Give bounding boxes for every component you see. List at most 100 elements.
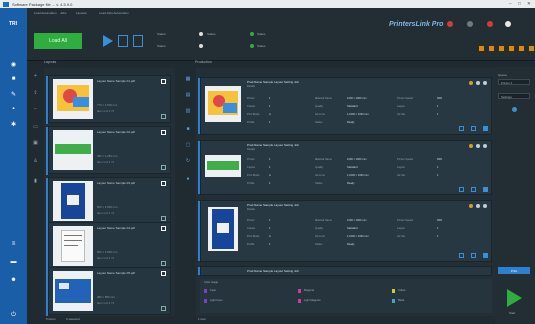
document-icon[interactable]: ▪ [9,105,18,113]
copy-icon[interactable] [161,306,166,311]
print-icon[interactable]: ● [184,176,192,182]
toolbar-label[interactable]: Load Jobs Automation [99,11,129,15]
layers-icon[interactable]: ■ [9,75,18,83]
warning-icon[interactable] [505,21,511,27]
printer-select[interactable]: Printer 1 [498,79,530,85]
toolbar-label[interactable]: Load Automation [34,11,57,15]
add-icon[interactable]: + [32,73,39,79]
copy-icon[interactable] [471,126,476,131]
copy-icon[interactable] [161,261,166,266]
status-icon [469,81,473,85]
file-icon[interactable]: ▬ [9,258,18,266]
window-title: Software Package file ... v. 4.5.9.0 [12,1,73,7]
brand-name: PrintersLink Pro [389,21,444,28]
checkbox[interactable] [161,226,166,231]
job-row: Copies 1 Quality Standard Layout 1 [247,105,439,108]
job-card[interactable]: Prod.Name Sample Layout Setting Job Deta… [198,200,492,262]
grid-view-icon[interactable]: ▤ [184,92,192,98]
app-window: Software Package file ... v. 4.5.9.0 – □… [0,0,535,324]
print-button[interactable]: Print [498,267,530,274]
list-item[interactable]: Layout Name Sample 02.pdf 480 × 1,250 mm… [46,126,171,175]
copy-icon[interactable] [161,165,166,170]
job-row: Print Mode A Ink Limit 1,1000 × 1000 mm In… [247,235,439,238]
ink-level-icon [478,45,485,52]
job-card[interactable]: Prod.Name Sample Layout Setting Job [198,266,492,276]
job-row: Copies 1 Quality Standard Layout 1 [247,166,439,169]
remove-icon[interactable]: − [32,106,39,112]
folder-icon[interactable]: ■ [184,126,192,132]
globe-icon[interactable]: ◉ [9,60,18,68]
job-sub: Details [247,148,255,151]
checkbox[interactable] [161,130,166,135]
selection-bar [46,268,48,316]
job-card[interactable]: Prod.Name Sample Layout Setting Job Deta… [198,140,492,195]
gear-icon[interactable]: ✱ [9,120,18,128]
copy-icon[interactable]: ▢ [184,142,192,148]
checkbox[interactable] [161,181,166,186]
edit-icon[interactable] [459,187,464,192]
list-icon[interactable]: ≡ [9,240,18,248]
list-item[interactable]: Layout Name Sample 03.pdf 500 × 1,500 mm… [46,177,171,226]
refresh-icon[interactable]: ↻ [184,158,192,164]
selection-bar [198,267,200,275]
list-count: 5 items [46,317,56,321]
print-icon[interactable] [483,126,488,131]
print-icon[interactable] [483,187,488,192]
list-view-icon[interactable]: ▥ [184,108,192,114]
job-card[interactable]: Prod.Name Sample Layout Setting Job Deta… [198,77,492,135]
upload-icon[interactable]: ⇪ [32,90,39,96]
person-icon[interactable]: ♙ [32,158,39,164]
print-icon[interactable] [483,253,488,258]
legend-label: Yellow [398,289,406,292]
job-row: Profile 1 Status Ready [247,182,355,185]
legend-swatch [204,299,207,303]
app-icon [3,1,9,7]
thumbnail [53,271,93,311]
copy-icon[interactable] [161,114,166,119]
list-item[interactable]: Layout Name Sample 01.pdf 770 × 1,500 mm… [46,75,171,124]
edit-icon[interactable] [459,253,464,258]
job-sub: Details [247,208,255,211]
toolbar-label[interactable]: Jobs [60,11,66,15]
job-name: Prod.Name Sample Layout Setting Job [247,80,299,84]
user-icon[interactable]: ☻ [9,276,18,284]
load-all-button[interactable]: Load All [34,33,82,49]
copy-icon[interactable] [471,187,476,192]
start-icon[interactable] [507,289,522,307]
settings-select[interactable]: Settings [498,93,530,99]
alert-icon[interactable] [447,21,453,27]
power-icon[interactable]: ⏻ [9,311,18,319]
copy-icon[interactable] [161,216,166,221]
play-icon[interactable] [103,35,113,47]
folder-icon[interactable]: ▭ [32,124,39,130]
brand-logo: TRI [8,21,18,27]
legend-label: Cyan [210,289,217,292]
right-panel: Queue Printer 1 Settings Print Start [495,67,535,324]
item-size: 500 × 1,500 mm [97,250,118,254]
close-icon[interactable]: ✕ [527,1,531,7]
toolbar-label[interactable]: Layouts [76,11,87,15]
maximize-icon[interactable]: □ [518,1,521,6]
status-icon [483,144,487,148]
list-item[interactable]: Layout Name Sample 05.pdf 480 × 850 mm I… [46,267,171,316]
list-item[interactable]: Layout Name Sample 04.pdf 500 × 1,500 mm… [46,222,171,271]
ink-level-icon [528,45,535,52]
layout-icon[interactable] [133,35,143,47]
printer-icon[interactable] [487,21,493,27]
job-name: Prod.Name Sample Layout Setting Job [247,143,299,147]
minimize-icon[interactable]: – [509,1,512,6]
grid-icon[interactable] [118,35,128,47]
settings-icon[interactable] [512,107,517,112]
image-icon[interactable]: ▣ [32,140,39,146]
legend-label: Light Cyan [210,299,223,302]
copy-icon[interactable] [471,253,476,258]
view-icon[interactable]: ▦ [184,76,192,82]
settings-icon[interactable] [467,21,473,27]
edit-icon[interactable] [459,126,464,131]
status-label: Status [157,32,166,36]
trash-icon[interactable]: ▮ [32,178,39,184]
checkbox[interactable] [161,79,166,84]
item-size: 480 × 1,250 mm [97,154,118,158]
wrench-icon[interactable]: ✎ [9,90,18,98]
checkbox[interactable] [161,271,166,276]
